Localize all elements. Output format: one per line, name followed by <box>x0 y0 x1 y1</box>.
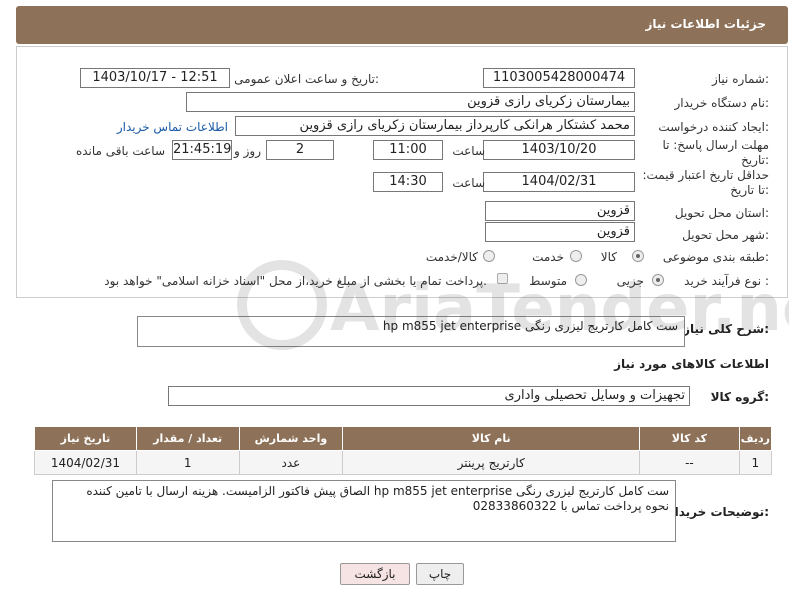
price-valid-date-field: 1404/02/31 <box>483 172 635 192</box>
summary-text: ست کامل کارتریج لیزری رنگی hp m855 jet e… <box>382 319 678 333</box>
days-label: روز و <box>234 144 261 158</box>
creator-field: محمد کشتکار هرانکی کارپرداز بیمارستان زک… <box>235 116 635 136</box>
announce-label: تاریخ و ساعت اعلان عمومی: <box>234 72 379 86</box>
province-field: قزوین <box>485 201 635 221</box>
buyer-notes-text: ست کامل کارتریج لیزری رنگی hp m855 jet e… <box>86 484 669 513</box>
table-row: 1404/02/31 1 عدد کارتریج پرینتر -- 1 <box>34 450 773 475</box>
summary-textarea[interactable]: ست کامل کارتریج لیزری رنگی hp m855 jet e… <box>137 316 685 347</box>
category-goods-service-label: کالا/خدمت <box>425 250 478 264</box>
announce-field: 1403/10/17 - 12:51 <box>80 68 230 88</box>
price-valid-time-label: ساعت <box>452 176 485 190</box>
category-service-label: خدمت <box>532 250 564 264</box>
category-label: طبقه بندی موضوعی: <box>662 250 769 264</box>
category-goods-label: کالا <box>600 250 617 264</box>
col-header-date: تاریخ نیاز <box>34 426 137 451</box>
contact-info-link[interactable]: اطلاعات تماس خریدار <box>117 120 228 134</box>
print-button[interactable]: چاپ <box>416 563 464 585</box>
treasury-note: پرداخت تمام یا بخشی از مبلغ خرید،از محل … <box>104 274 487 288</box>
need-number-field: 1103005428000474 <box>483 68 635 88</box>
process-partial-radio[interactable] <box>652 274 664 286</box>
cell-row: 1 <box>738 450 773 475</box>
need-number-label: شماره نیاز: <box>711 72 769 86</box>
process-medium-label: متوسط <box>529 274 567 288</box>
deadline-time-label: ساعت <box>452 144 485 158</box>
deadline-time-field: 11:00 <box>373 140 443 160</box>
province-label: استان محل تحویل: <box>674 206 769 220</box>
creator-label: ایجاد کننده درخواست: <box>658 120 769 134</box>
col-header-row: ردیف <box>738 426 773 451</box>
col-header-code: کد کالا <box>639 426 740 451</box>
buyer-notes-textarea[interactable]: ست کامل کارتریج لیزری رنگی hp m855 jet e… <box>52 480 676 542</box>
days-field: 2 <box>266 140 334 160</box>
cell-unit: عدد <box>238 450 344 475</box>
page-title: جزئیات اطلاعات نیاز <box>645 17 766 31</box>
buyer-notes-label: توضیحات خریدار: <box>667 505 769 519</box>
city-label: شهر محل تحویل: <box>682 228 769 242</box>
treasury-checkbox[interactable] <box>497 273 508 284</box>
price-valid-label: حداقل تاریخ اعتبار قیمت: تا تاریخ: <box>642 168 769 197</box>
goods-info-title: اطلاعات کالاهای مورد نیاز <box>614 357 769 371</box>
buyer-org-label: نام دستگاه خریدار: <box>674 96 770 110</box>
goods-table: تاریخ نیاز تعداد / مقدار واحد شمارش نام … <box>34 426 773 475</box>
cell-qty: 1 <box>135 450 240 475</box>
cell-name: کارتریج پرینتر <box>342 450 641 475</box>
remaining-time-field: 21:45:19 <box>172 140 232 160</box>
page-header: جزئیات اطلاعات نیاز <box>16 6 788 44</box>
process-partial-label: جزیی <box>616 274 644 288</box>
col-header-unit: واحد شمارش <box>238 426 344 451</box>
back-button[interactable]: بازگشت <box>340 563 410 585</box>
col-header-qty: تعداد / مقدار <box>135 426 240 451</box>
buyer-org-field: بیمارستان زکریای رازی قزوین <box>186 92 635 112</box>
category-goods-service-radio[interactable] <box>483 250 495 262</box>
deadline-label: مهلت ارسال پاسخ: تا تاریخ: <box>662 138 769 167</box>
goods-group-label: گروه کالا: <box>710 390 769 404</box>
process-medium-radio[interactable] <box>575 274 587 286</box>
remaining-label: ساعت باقی مانده <box>75 144 165 158</box>
goods-group-field: تجهیزات و وسایل تحصیلی واداری <box>168 386 690 406</box>
col-header-name: نام کالا <box>342 426 641 451</box>
summary-label: شرح کلی نیاز: <box>683 322 769 336</box>
table-header-row: تاریخ نیاز تعداد / مقدار واحد شمارش نام … <box>34 426 773 451</box>
price-valid-time-field: 14:30 <box>373 172 443 192</box>
city-field: قزوین <box>485 222 635 242</box>
category-service-radio[interactable] <box>570 250 582 262</box>
cell-date: 1404/02/31 <box>34 450 137 475</box>
process-label: نوع فرآیند خرید : <box>684 274 769 288</box>
cell-code: -- <box>639 450 740 475</box>
deadline-date-field: 1403/10/20 <box>483 140 635 160</box>
category-goods-radio[interactable] <box>632 250 644 262</box>
